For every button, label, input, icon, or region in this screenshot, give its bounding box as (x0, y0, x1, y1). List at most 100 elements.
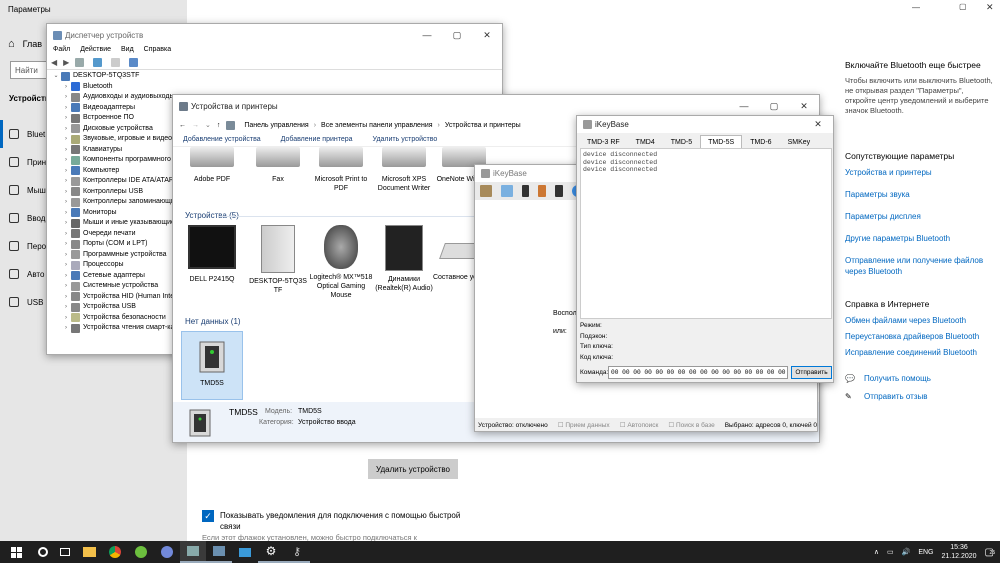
expand-arrow-icon[interactable]: › (61, 124, 71, 135)
printer-tile[interactable]: Adobe PDF (179, 147, 245, 184)
expand-arrow-icon[interactable]: › (61, 229, 71, 240)
taskbar-explorer[interactable] (76, 541, 102, 563)
taskbar-remote[interactable] (232, 541, 258, 563)
taskbar-discord[interactable] (154, 541, 180, 563)
tree-root[interactable]: ⌄ DESKTOP-5TQ3STF (51, 71, 502, 82)
device-tile[interactable]: Динамики (Realtek(R) Audio) (371, 225, 437, 293)
related-link[interactable]: Отправление или получение файлов через B… (845, 255, 995, 277)
taskbar-devmgr[interactable] (180, 541, 206, 563)
devmgr-close-button[interactable]: ✕ (472, 24, 502, 46)
volume-icon[interactable]: 🔊 (902, 548, 911, 556)
printer-tile[interactable]: Microsoft XPS Document Writer (371, 147, 437, 193)
expand-arrow-icon[interactable]: › (61, 323, 71, 334)
start-button[interactable] (0, 541, 32, 563)
settings-nav-item[interactable]: Мыш (9, 176, 49, 204)
devprn-maximize-button[interactable]: ▢ (759, 95, 789, 117)
devmgr-menu-item[interactable]: Вид (121, 46, 134, 56)
ikey-close-button[interactable]: ✕ (803, 116, 833, 133)
devmgr-menu-item[interactable]: Действие (80, 46, 111, 56)
language-indicator[interactable]: ENG (918, 549, 933, 556)
help-link[interactable]: Переустановка драйверов Bluetooth (845, 331, 995, 342)
search-button[interactable] (32, 541, 54, 563)
task-view-button[interactable] (54, 541, 76, 563)
expand-arrow-icon[interactable]: › (61, 292, 71, 303)
settings-nav-item[interactable]: USB (9, 288, 49, 316)
expand-arrow-icon[interactable]: › (61, 92, 71, 103)
feedback-link[interactable]: ✎ Отправить отзыв (845, 392, 995, 401)
update-icon[interactable] (111, 58, 121, 67)
taskbar-control-panel[interactable] (206, 541, 232, 563)
expand-arrow-icon[interactable]: › (61, 166, 71, 177)
status-receive[interactable]: ☐ Прием данных (558, 421, 610, 429)
expand-arrow-icon[interactable]: › (61, 313, 71, 324)
settings-nav-item[interactable]: Прин (9, 148, 49, 176)
devmgr-menu-item[interactable]: Файл (53, 46, 70, 56)
expand-arrow-icon[interactable]: › (61, 155, 71, 166)
related-link[interactable]: Устройства и принтеры (845, 167, 995, 178)
settings-nav-item[interactable]: Авто (9, 260, 49, 288)
printer-tile[interactable]: Fax (245, 147, 311, 184)
breadcrumb-item[interactable]: Устройства и принтеры (445, 122, 521, 129)
taskbar-torrent[interactable] (128, 541, 154, 563)
devprn-toolbar-button[interactable]: Добавление устройства (183, 136, 261, 143)
search-input[interactable]: Найти (10, 61, 48, 79)
properties-icon[interactable] (75, 58, 85, 67)
intercom-icon[interactable] (538, 185, 546, 197)
help-link[interactable]: Обмен файлами через Bluetooth (845, 315, 995, 326)
printer-tile[interactable]: Microsoft Print to PDF (308, 147, 374, 193)
devprn-close-button[interactable]: ✕ (789, 95, 819, 117)
device-tile[interactable]: DELL P2415Q (179, 225, 245, 284)
expand-arrow-icon[interactable]: › (61, 302, 71, 313)
clock[interactable]: 15:36 21.12.2020 (942, 543, 977, 561)
tray-chevron-icon[interactable]: ∧ (874, 548, 879, 556)
expand-arrow-icon[interactable]: › (61, 187, 71, 198)
related-link[interactable]: Другие параметры Bluetooth (845, 233, 995, 244)
notification-center[interactable]: ▢ 25 (985, 547, 996, 558)
device-icon[interactable] (555, 185, 563, 197)
expand-arrow-icon[interactable]: › (61, 145, 71, 156)
get-help-link[interactable]: 💬 Получить помощь (845, 374, 995, 383)
expand-arrow-icon[interactable]: › (61, 208, 71, 219)
nav-up-icon[interactable]: ↑ (217, 122, 221, 129)
nav-forward-icon[interactable]: → (192, 122, 199, 129)
nav-back-icon[interactable]: ← (179, 122, 186, 129)
settings-close-button[interactable]: ✕ (986, 2, 994, 13)
settings-nav-item[interactable]: Ввод (9, 204, 49, 232)
nav-recent-icon[interactable]: ⌄ (205, 121, 211, 129)
devmgr-menu-item[interactable]: Справка (144, 46, 171, 56)
related-link[interactable]: Параметры звука (845, 189, 995, 200)
device-tile[interactable]: DESKTOP-5TQ3S TF (245, 225, 311, 295)
expand-arrow-icon[interactable]: › (61, 82, 71, 93)
taskbar-ikeybase[interactable]: ⚷ (284, 541, 310, 563)
device-tile[interactable]: Logitech® MX™518 Optical Gaming Mouse (308, 225, 374, 300)
taskbar-chrome[interactable] (102, 541, 128, 563)
expand-arrow-icon[interactable]: › (61, 260, 71, 271)
expand-arrow-icon[interactable]: › (61, 250, 71, 261)
expand-arrow-icon[interactable]: › (61, 113, 71, 124)
settings-maximize-button[interactable]: ▢ (959, 2, 967, 11)
send-button[interactable]: Отправить (791, 366, 832, 379)
home-item[interactable]: ⌂ Глав (8, 38, 42, 50)
tmd5s-tile[interactable]: TMD5S (181, 331, 243, 400)
network-icon[interactable]: ▭ (887, 548, 894, 556)
breadcrumb-item[interactable]: Все элементы панели управления (321, 122, 432, 129)
settings-minimize-button[interactable]: — (912, 3, 920, 12)
folder-icon[interactable] (501, 185, 513, 197)
monitor-toolbar-icon[interactable] (129, 58, 139, 67)
forward-icon[interactable]: ▶ (63, 58, 69, 67)
quick-connect-checkbox[interactable]: ✓ (202, 510, 214, 522)
tree-item[interactable]: › Bluetooth (61, 82, 502, 93)
expand-arrow-icon[interactable]: › (61, 134, 71, 145)
expand-arrow-icon[interactable]: › (61, 103, 71, 114)
expand-arrow-icon[interactable]: › (61, 197, 71, 208)
devmgr-maximize-button[interactable]: ▢ (442, 24, 472, 46)
status-dbsearch[interactable]: ☐ Поиск в базе (668, 421, 714, 429)
expand-arrow-icon[interactable]: › (61, 239, 71, 250)
remove-device-button[interactable]: Удалить устройство (368, 459, 458, 479)
devprn-toolbar-button[interactable]: Удалить устройство (373, 136, 438, 143)
phone-icon[interactable] (522, 185, 529, 197)
related-link[interactable]: Параметры дисплея (845, 211, 995, 222)
help-link[interactable]: Исправление соединений Bluetooth (845, 347, 995, 358)
breadcrumb-item[interactable]: Панель управления (244, 122, 308, 129)
settings-nav-item[interactable]: Перо (9, 232, 49, 260)
